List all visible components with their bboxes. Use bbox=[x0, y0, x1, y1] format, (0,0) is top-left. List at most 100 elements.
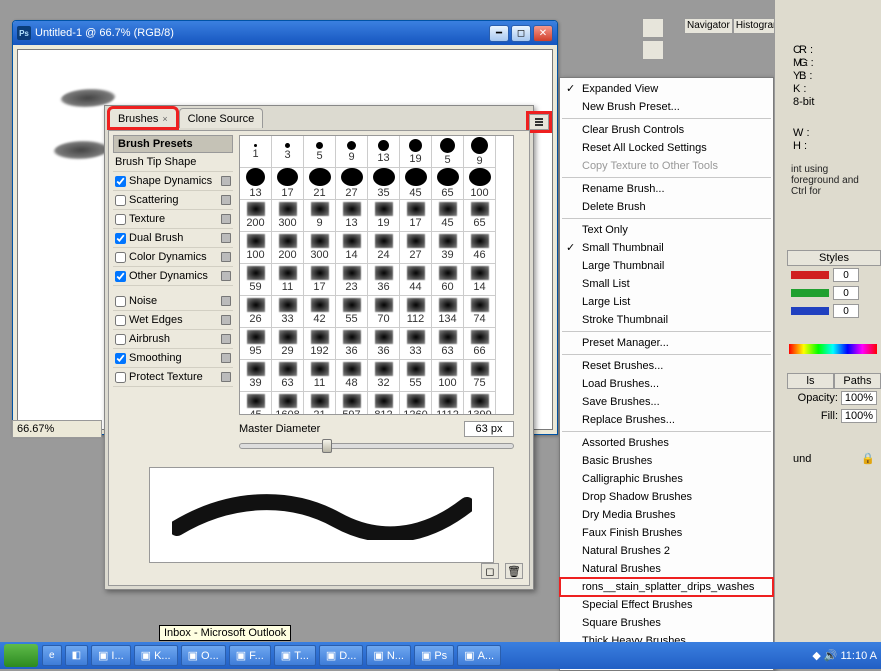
brush-preset-cell[interactable]: 26 bbox=[240, 296, 272, 328]
menu-item-preset-manager[interactable]: Preset Manager... bbox=[560, 334, 773, 352]
brush-preset-cell[interactable]: 11 bbox=[272, 264, 304, 296]
brush-preset-cell[interactable]: 39 bbox=[432, 232, 464, 264]
menu-item-load-brushes[interactable]: Load Brushes... bbox=[560, 375, 773, 393]
brush-preset-cell[interactable]: 36 bbox=[368, 328, 400, 360]
lock-icon[interactable] bbox=[221, 195, 231, 205]
close-button[interactable]: ✕ bbox=[533, 25, 553, 42]
menu-item-rons-stain-splatter-drips-washes[interactable]: rons__stain_splatter_drips_washes bbox=[560, 578, 773, 596]
brush-preset-cell[interactable]: 112 bbox=[400, 296, 432, 328]
brush-preset-cell[interactable]: 100 bbox=[464, 168, 496, 200]
brush-preset-cell[interactable]: 63 bbox=[432, 328, 464, 360]
slider-thumb[interactable] bbox=[322, 439, 332, 453]
brush-preset-cell[interactable]: 9 bbox=[336, 136, 368, 168]
close-icon[interactable]: × bbox=[162, 114, 167, 124]
option-checkbox[interactable] bbox=[115, 353, 126, 364]
menu-item-natural-brushes-2[interactable]: Natural Brushes 2 bbox=[560, 542, 773, 560]
taskbar-button[interactable]: ▣Ps bbox=[414, 645, 454, 666]
brush-preset-cell[interactable]: 5 bbox=[432, 136, 464, 168]
tab-channels[interactable]: ls bbox=[787, 373, 834, 389]
tray-icon[interactable]: 🔊 bbox=[824, 649, 838, 662]
menu-item-natural-brushes[interactable]: Natural Brushes bbox=[560, 560, 773, 578]
brush-preset-cell[interactable]: 597 bbox=[336, 392, 368, 415]
maximize-button[interactable]: ◻ bbox=[511, 25, 531, 42]
option-texture[interactable]: Texture bbox=[113, 210, 233, 229]
brush-preset-cell[interactable]: 59 bbox=[240, 264, 272, 296]
taskbar-button[interactable]: ▣I... bbox=[91, 645, 131, 666]
option-airbrush[interactable]: Airbrush bbox=[113, 330, 233, 349]
brush-presets-header[interactable]: Brush Presets bbox=[113, 135, 233, 153]
brush-preset-cell[interactable]: 3 bbox=[272, 136, 304, 168]
brush-preset-cell[interactable]: 32 bbox=[368, 360, 400, 392]
brush-preset-cell[interactable]: 21 bbox=[304, 168, 336, 200]
lock-icon[interactable]: 🔒 bbox=[861, 452, 875, 465]
color-swatch-blue[interactable] bbox=[791, 307, 829, 315]
menu-item-large-list[interactable]: Large List bbox=[560, 293, 773, 311]
lock-icon[interactable] bbox=[221, 315, 231, 325]
brush-preset-cell[interactable]: 70 bbox=[368, 296, 400, 328]
gradient-bar[interactable] bbox=[789, 344, 877, 354]
brush-preset-cell[interactable]: 100 bbox=[432, 360, 464, 392]
option-color-dynamics[interactable]: Color Dynamics bbox=[113, 248, 233, 267]
brush-preset-cell[interactable]: 134 bbox=[432, 296, 464, 328]
brush-preset-cell[interactable]: 13 bbox=[240, 168, 272, 200]
brush-preset-cell[interactable]: 192 bbox=[304, 328, 336, 360]
brush-preset-cell[interactable]: 63 bbox=[272, 360, 304, 392]
brush-preset-cell[interactable]: 39 bbox=[240, 360, 272, 392]
tray-clock[interactable]: 11:10 A bbox=[841, 650, 878, 662]
lock-icon[interactable] bbox=[221, 176, 231, 186]
color-value[interactable] bbox=[833, 268, 859, 282]
brush-preset-cell[interactable]: 1 bbox=[240, 136, 272, 168]
menu-item-stroke-thumbnail[interactable]: Stroke Thumbnail bbox=[560, 311, 773, 329]
option-other-dynamics[interactable]: Other Dynamics bbox=[113, 267, 233, 286]
tab-styles[interactable]: Styles bbox=[787, 250, 881, 266]
menu-item-square-brushes[interactable]: Square Brushes bbox=[560, 614, 773, 632]
brush-preset-cell[interactable]: 21 bbox=[304, 392, 336, 415]
brush-preset-cell[interactable]: 200 bbox=[240, 200, 272, 232]
taskbar-button[interactable]: ▣T... bbox=[274, 645, 316, 666]
brush-preset-cell[interactable]: 13 bbox=[368, 136, 400, 168]
menu-item-reset-brushes[interactable]: Reset Brushes... bbox=[560, 357, 773, 375]
menu-item-small-list[interactable]: Small List bbox=[560, 275, 773, 293]
tray-icon[interactable]: ◆ bbox=[812, 649, 820, 662]
brush-preset-cell[interactable]: 65 bbox=[432, 168, 464, 200]
menu-item-dry-media-brushes[interactable]: Dry Media Brushes bbox=[560, 506, 773, 524]
brush-grid[interactable]: 1359131959131721273545651002003009131917… bbox=[239, 135, 514, 415]
menu-item-small-thumbnail[interactable]: Small Thumbnail bbox=[560, 239, 773, 257]
brush-preset-cell[interactable]: 75 bbox=[464, 360, 496, 392]
option-noise[interactable]: Noise bbox=[113, 292, 233, 311]
lock-icon[interactable] bbox=[221, 353, 231, 363]
color-value[interactable] bbox=[833, 304, 859, 318]
menu-item-replace-brushes[interactable]: Replace Brushes... bbox=[560, 411, 773, 429]
brush-preset-cell[interactable]: 44 bbox=[400, 264, 432, 296]
lock-icon[interactable] bbox=[221, 271, 231, 281]
brush-preset-cell[interactable]: 17 bbox=[400, 200, 432, 232]
brush-preset-cell[interactable]: 45 bbox=[432, 200, 464, 232]
system-tray[interactable]: ◆ 🔊 11:10 A bbox=[812, 649, 877, 662]
menu-item-clear-brush-controls[interactable]: Clear Brush Controls bbox=[560, 121, 773, 139]
brush-preset-cell[interactable]: 42 bbox=[304, 296, 336, 328]
menu-item-faux-finish-brushes[interactable]: Faux Finish Brushes bbox=[560, 524, 773, 542]
lock-icon[interactable] bbox=[221, 334, 231, 344]
opacity-input[interactable] bbox=[841, 391, 877, 405]
brush-preset-cell[interactable]: 55 bbox=[400, 360, 432, 392]
menu-item-text-only[interactable]: Text Only bbox=[560, 221, 773, 239]
brush-preset-cell[interactable]: 200 bbox=[272, 232, 304, 264]
brush-preset-cell[interactable]: 19 bbox=[368, 200, 400, 232]
brush-tip-shape-row[interactable]: Brush Tip Shape bbox=[113, 153, 233, 172]
brush-preset-cell[interactable]: 66 bbox=[464, 328, 496, 360]
brush-preset-cell[interactable]: 36 bbox=[368, 264, 400, 296]
option-checkbox[interactable] bbox=[115, 271, 126, 282]
brush-preset-cell[interactable]: 300 bbox=[304, 232, 336, 264]
brush-preset-cell[interactable]: 812 bbox=[368, 392, 400, 415]
option-dual-brush[interactable]: Dual Brush bbox=[113, 229, 233, 248]
brush-preset-cell[interactable]: 14 bbox=[464, 264, 496, 296]
layer-row[interactable]: und 🔒 bbox=[787, 450, 881, 467]
brush-preset-cell[interactable]: 24 bbox=[368, 232, 400, 264]
brush-preset-cell[interactable]: 11 bbox=[304, 360, 336, 392]
brush-preset-cell[interactable]: 17 bbox=[304, 264, 336, 296]
menu-item-drop-shadow-brushes[interactable]: Drop Shadow Brushes bbox=[560, 488, 773, 506]
brush-preset-cell[interactable]: 35 bbox=[368, 168, 400, 200]
dock-button[interactable] bbox=[642, 18, 664, 38]
brush-preset-cell[interactable]: 33 bbox=[272, 296, 304, 328]
brush-preset-cell[interactable]: 46 bbox=[464, 232, 496, 264]
